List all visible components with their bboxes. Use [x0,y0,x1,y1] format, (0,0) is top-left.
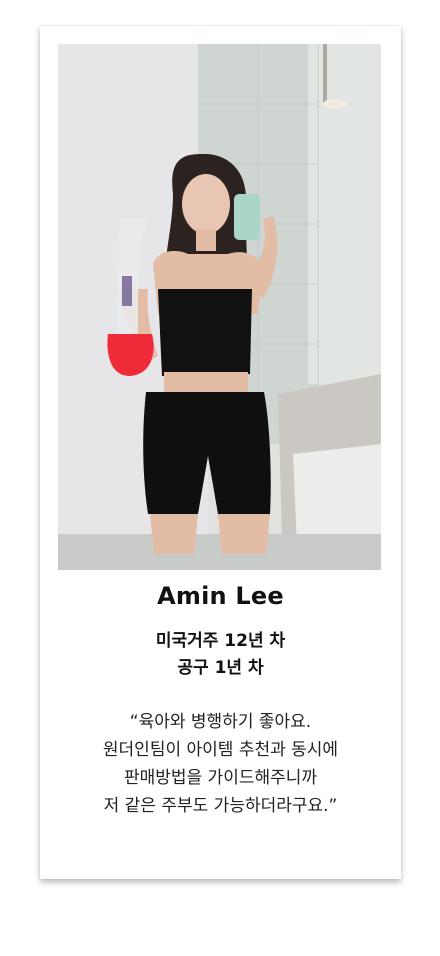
quote-line: “육아와 병행하기 좋아요. [129,712,312,732]
group-buy-duration: 공구 1년 차 [177,658,264,678]
person-name: Amin Lee [157,582,284,610]
quote-line: 저 같은 주부도 가능하더라구요.” [103,796,338,816]
testimonial-quote: “육아와 병행하기 좋아요. 원더인팀이 아이템 추천과 동시에 판매방법을 가… [40,708,401,820]
quote-line: 원더인팀이 아이템 추천과 동시에 [102,740,339,760]
person-meta: 미국거주 12년 차 공구 1년 차 [40,628,401,682]
profile-photo [58,44,381,570]
residence-duration: 미국거주 12년 차 [155,631,286,651]
testimonial-card: Amin Lee 미국거주 12년 차 공구 1년 차 “육아와 병행하기 좋아… [40,26,401,879]
quote-line: 판매방법을 가이드해주니까 [123,768,318,788]
